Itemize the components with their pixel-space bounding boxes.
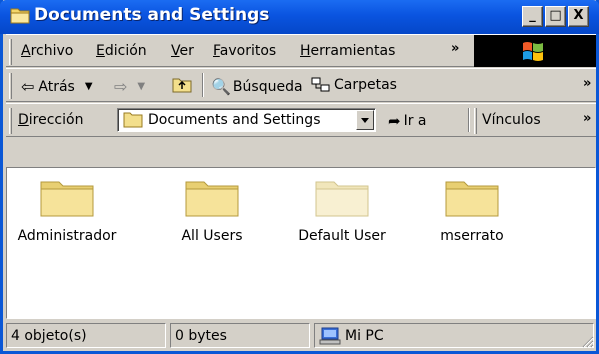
status-bar: 4 objeto(s) 0 bytes Mi PC [6, 320, 596, 351]
folder-label: All Users [181, 228, 243, 244]
up-folder-button[interactable] [172, 77, 192, 93]
file-list[interactable]: Administrador All Users Default User mse… [6, 167, 596, 319]
status-location: Mi PC [314, 323, 594, 348]
forward-button[interactable]: ⇨ ▼ [114, 77, 145, 96]
folder-item[interactable]: Default User [282, 176, 402, 244]
menu-overflow-button[interactable]: » [451, 41, 459, 56]
chevron-down-icon[interactable]: ▼ [137, 81, 145, 92]
links-label[interactable]: Vínculos [482, 112, 541, 128]
explorer-window: Documents and Settings _ □ X Archivo Edi… [0, 0, 599, 354]
maximize-button[interactable]: □ [545, 6, 566, 27]
address-bar-grip[interactable] [9, 108, 12, 134]
folder-item[interactable]: Administrador [7, 176, 127, 244]
menu-herramientas[interactable]: Herramientas [300, 43, 395, 59]
folders-icon [311, 77, 330, 92]
forward-arrow-icon: ⇨ [114, 77, 128, 96]
toolbar-grip[interactable] [9, 73, 12, 99]
folder-icon [185, 181, 239, 217]
toolbar-separator [202, 73, 204, 97]
folder-label: Administrador [17, 228, 117, 244]
menu-edicion[interactable]: Edición [96, 43, 147, 59]
back-arrow-icon: ⇦ [21, 77, 35, 96]
computer-icon [319, 327, 341, 344]
address-bar: Dirección Documents and Settings ➦ Ir a … [6, 103, 596, 137]
go-arrow-icon: ➦ [388, 112, 401, 130]
search-icon: 🔍 [211, 77, 231, 96]
standard-toolbar: ⇦ Atrás ▼ ⇨ ▼ 🔍 Búsqueda Carpetas » [6, 68, 596, 102]
title-bar[interactable]: Documents and Settings _ □ X [0, 0, 599, 34]
menu-bar-grip[interactable] [9, 39, 12, 65]
folder-icon [40, 181, 94, 217]
chevron-down-icon[interactable]: ▼ [85, 81, 93, 92]
close-button[interactable]: X [568, 6, 589, 27]
address-input[interactable]: Documents and Settings [148, 112, 320, 128]
menu-bar: Archivo Edición Ver Favoritos Herramient… [6, 34, 596, 67]
toolbar-overflow-button[interactable]: » [583, 76, 591, 91]
folder-item[interactable]: All Users [152, 176, 272, 244]
address-combo[interactable]: Documents and Settings [117, 108, 376, 132]
resize-grip-icon[interactable] [580, 334, 594, 348]
menu-ver[interactable]: Ver [171, 43, 194, 59]
back-button[interactable]: ⇦ Atrás ▼ [21, 77, 93, 96]
status-size: 0 bytes [170, 323, 310, 348]
folder-icon [315, 181, 369, 217]
windows-logo-icon [474, 35, 596, 67]
folders-button[interactable]: Carpetas [311, 77, 397, 93]
address-separator [468, 108, 470, 132]
folder-icon [123, 112, 143, 128]
folder-item[interactable]: mserrato [412, 176, 532, 244]
go-button[interactable]: ➦ Ir a [388, 112, 427, 130]
status-object-count: 4 objeto(s) [6, 323, 166, 348]
address-label: Dirección [18, 112, 84, 128]
chevron-down-icon [361, 118, 369, 123]
address-dropdown-button[interactable] [356, 110, 374, 130]
links-overflow-button[interactable]: » [583, 111, 591, 126]
menu-favoritos[interactable]: Favoritos [213, 43, 276, 59]
minimize-button[interactable]: _ [522, 6, 543, 27]
folder-label: Default User [298, 228, 386, 244]
folder-label: mserrato [440, 228, 504, 244]
links-grip[interactable] [474, 108, 477, 134]
search-button[interactable]: 🔍 Búsqueda [211, 77, 303, 96]
window-title: Documents and Settings [34, 5, 270, 25]
folder-icon [445, 181, 499, 217]
menu-archivo[interactable]: Archivo [21, 43, 73, 59]
folder-icon [10, 6, 30, 28]
up-folder-icon [172, 78, 192, 93]
